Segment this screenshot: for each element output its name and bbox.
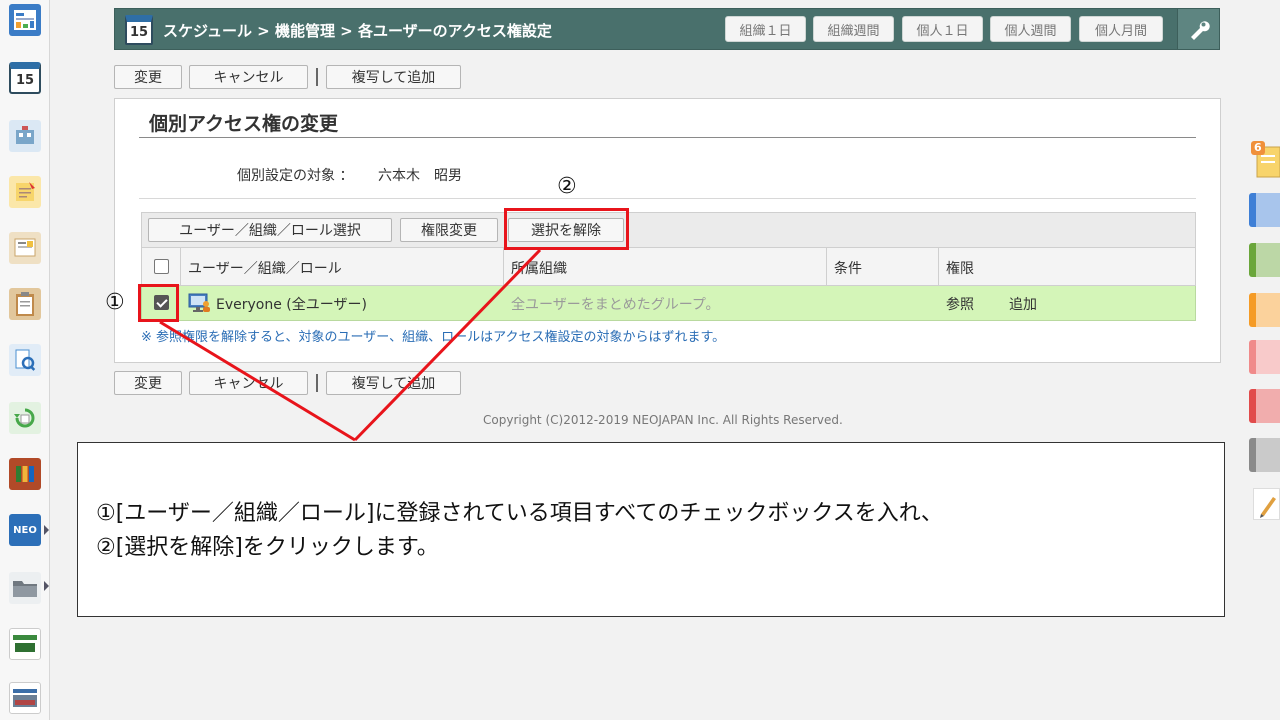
row-org: 全ユーザーをまとめたグループ。 [511,297,720,313]
table-row[interactable]: Everyone (全ユーザー) 全ユーザーをまとめたグループ。 参照 追加 [141,286,1196,321]
copy-add-button-top[interactable]: 複写して追加 [326,65,461,89]
target-name: 六本木 昭男 [378,168,462,184]
view-org-week-button[interactable]: 組織週間 [813,16,894,42]
cabinet-icon[interactable] [9,458,41,490]
header-bar: 15 スケジュール > 機能管理 > 各ユーザーのアクセス権設定 組織１日 組織… [114,8,1220,50]
toolbar-separator [316,374,318,392]
instruction-line-1: ①[ユーザー／組織／ロール]に登録されている項目すべてのチェックボックスを入れ、 [96,501,943,526]
change-rights-button[interactable]: 権限変更 [400,218,498,242]
marker-two: ② [557,174,577,199]
portal-icon[interactable] [9,4,41,36]
target-label: 個別設定の対象 ： [237,168,354,184]
change-button-bottom[interactable]: 変更 [114,371,182,395]
row-right-add: 追加 [1009,297,1037,313]
highlight-checkbox [138,284,179,322]
banner-icon[interactable] [9,628,41,660]
notification-icon[interactable]: 6 [1251,141,1280,179]
bulletin-icon[interactable] [9,232,41,264]
section-divider [139,198,1196,199]
neo-label: NEO [13,524,37,536]
search-doc-icon[interactable] [9,344,41,376]
column-divider [938,248,939,285]
group-icon [188,293,210,312]
highlight-deselect-button [504,208,629,250]
settings-button[interactable] [1177,9,1219,49]
neo-chart-icon[interactable]: NEO [9,514,41,546]
view-personal-week-button[interactable]: 個人週間 [990,16,1071,42]
folder-expand-icon[interactable] [44,581,49,591]
grid-toolbar: ユーザー／組織／ロール選択 権限変更 選択を解除 [141,212,1196,248]
schedule-day-text: 15 [15,73,35,88]
marker-one: ① [105,290,125,315]
row-right-read: 参照 [946,297,974,313]
calendar-icon: 15 [125,15,153,45]
right-tab-red[interactable] [1249,389,1280,423]
column-divider [826,248,827,285]
title-divider [139,137,1196,138]
calendar-day: 15 [129,25,149,40]
facility-icon[interactable] [9,120,41,152]
view-personal-month-button[interactable]: 個人月間 [1079,16,1163,42]
cancel-button-top[interactable]: キャンセル [189,65,308,89]
cancel-button-bottom[interactable]: キャンセル [189,371,308,395]
instruction-box: ①[ユーザー／組織／ロール]に登録されている項目すべてのチェックボックスを入れ、… [77,442,1225,617]
schedule-icon[interactable]: 15 [9,62,41,94]
neo-expand-icon[interactable] [44,525,49,535]
right-tab-green[interactable] [1249,243,1280,277]
view-personal-day-button[interactable]: 個人１日 [902,16,983,42]
memo-icon[interactable] [9,176,41,208]
folder-icon[interactable] [9,572,41,604]
column-condition: 条件 [834,261,862,277]
column-org: 所属組織 [511,261,567,277]
wrench-icon [1190,21,1210,40]
help-note: ※ 参照権限を解除すると、対象のユーザー、組織、ロールはアクセス権設定の対象から… [141,330,726,345]
access-panel: 個別アクセス権の変更 個別設定の対象 ： 六本木 昭男 ユーザー／組織／ロール選… [114,98,1221,363]
page-title: 個別アクセス権の変更 [149,113,339,135]
copy-add-button-bottom[interactable]: 複写して追加 [326,371,461,395]
app-dock: 15 NEO [0,0,50,720]
right-tab-blue[interactable] [1249,193,1280,227]
right-tab-pink[interactable] [1249,340,1280,374]
breadcrumb: スケジュール > 機能管理 > 各ユーザーのアクセス権設定 [163,22,552,40]
row-entity-name[interactable]: Everyone (全ユーザー) [216,294,367,314]
instruction-line-2: ②[選択を解除]をクリックします。 [96,535,439,560]
right-tab-orange[interactable] [1249,293,1280,327]
photo-banner-icon[interactable] [9,682,41,714]
column-rights: 権限 [946,261,974,277]
right-tab-gray[interactable] [1249,438,1280,472]
toolbar-separator [316,68,318,86]
todo-icon[interactable] [9,288,41,320]
select-entity-button[interactable]: ユーザー／組織／ロール選択 [148,218,392,242]
copyright-text: Copyright (C)2012-2019 NEOJAPAN Inc. All… [483,413,843,427]
sync-icon[interactable] [9,402,41,434]
grid-header: ユーザー／組織／ロール 所属組織 条件 権限 [141,248,1196,286]
view-org-day-button[interactable]: 組織１日 [725,16,806,42]
select-all-checkbox[interactable] [154,259,169,274]
column-divider [180,248,181,285]
change-button-top[interactable]: 変更 [114,65,182,89]
column-entity: ユーザー／組織／ロール [188,261,342,277]
column-divider [503,248,504,285]
notification-badge: 6 [1254,141,1262,154]
pencil-icon[interactable] [1253,488,1280,520]
